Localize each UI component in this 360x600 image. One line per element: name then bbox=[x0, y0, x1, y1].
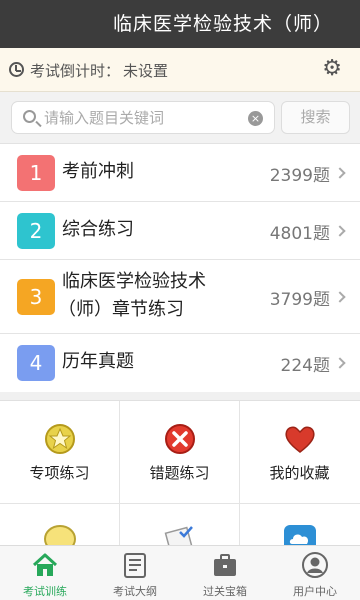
module-number-badge: 1 bbox=[17, 155, 55, 191]
user-icon bbox=[302, 552, 328, 578]
tab-exam-training[interactable]: 考试训练 bbox=[0, 546, 90, 600]
note-icon bbox=[44, 525, 76, 545]
module-list: 1 考前冲刺 2399题 2 综合练习 4801题 3 临床医学检验技术 （师）… bbox=[0, 144, 360, 392]
feature-cell-5[interactable] bbox=[120, 504, 240, 545]
exam-countdown-bar: 考试倒计时： 未设置 ⚙ bbox=[0, 48, 360, 92]
feature-special-practice[interactable]: 专项练习 bbox=[0, 401, 120, 504]
clear-icon[interactable]: × bbox=[248, 111, 263, 126]
module-name: 综合练习 bbox=[62, 219, 134, 240]
tab-user-center[interactable]: 用户中心 bbox=[270, 546, 360, 600]
heart-icon bbox=[285, 426, 315, 453]
search-bar: × 搜索 bbox=[0, 92, 360, 144]
module-question-count: 3799题 bbox=[269, 290, 330, 310]
module-row-chapter-practice[interactable]: 3 临床医学检验技术 （师）章节练习 3799题 bbox=[0, 260, 360, 334]
module-question-count: 4801题 bbox=[269, 224, 330, 244]
countdown-label: 考试倒计时： bbox=[30, 62, 121, 80]
feature-label: 我的收藏 bbox=[269, 464, 330, 482]
home-icon bbox=[32, 553, 58, 576]
chevron-right-icon bbox=[334, 167, 346, 179]
module-number-badge: 2 bbox=[17, 213, 55, 249]
tab-treasure-box[interactable]: 过关宝箱 bbox=[180, 546, 270, 600]
page-title: 临床医学检验技术（师） bbox=[113, 13, 334, 35]
gear-icon[interactable]: ⚙ bbox=[322, 58, 342, 80]
module-name: 考前冲刺 bbox=[62, 161, 134, 182]
tab-label: 过关宝箱 bbox=[203, 585, 247, 598]
tab-label: 考试大纲 bbox=[113, 585, 157, 598]
module-number-badge: 3 bbox=[17, 279, 55, 315]
search-button[interactable]: 搜索 bbox=[281, 101, 350, 134]
feature-favorites[interactable]: 我的收藏 bbox=[240, 401, 360, 504]
feature-cell-6[interactable] bbox=[240, 504, 360, 545]
cloud-icon bbox=[284, 525, 316, 545]
clock-icon bbox=[9, 62, 24, 77]
feature-label: 专项练习 bbox=[29, 464, 90, 482]
module-row-past-exams[interactable]: 4 历年真题 224题 bbox=[0, 334, 360, 392]
bottom-tab-bar: 考试训练 考试大纲 过关宝箱 用户中心 bbox=[0, 545, 360, 600]
briefcase-icon bbox=[214, 554, 236, 576]
tab-label: 用户中心 bbox=[293, 585, 337, 598]
module-name: 历年真题 bbox=[62, 351, 134, 372]
feature-wrong-questions[interactable]: 错题练习 bbox=[120, 401, 240, 504]
module-number-badge: 4 bbox=[17, 345, 55, 381]
chevron-right-icon bbox=[334, 357, 346, 369]
module-row-comprehensive-practice[interactable]: 2 综合练习 4801题 bbox=[0, 202, 360, 260]
tab-label: 考试训练 bbox=[23, 585, 67, 598]
star-icon bbox=[45, 424, 75, 454]
module-question-count: 224题 bbox=[280, 356, 330, 376]
countdown-value: 未设置 bbox=[123, 62, 169, 80]
search-box: × bbox=[11, 101, 275, 134]
chevron-right-icon bbox=[334, 291, 346, 303]
feature-cell-4[interactable] bbox=[0, 504, 120, 545]
module-question-count: 2399题 bbox=[269, 166, 330, 186]
search-icon bbox=[23, 110, 36, 123]
chevron-right-icon bbox=[334, 225, 346, 237]
outline-icon bbox=[124, 553, 146, 578]
checklist-icon bbox=[164, 526, 194, 545]
search-input[interactable] bbox=[44, 108, 244, 128]
module-name-line2: （师）章节练习 bbox=[58, 299, 184, 320]
module-name-line1: 临床医学检验技术 bbox=[62, 271, 206, 292]
title-bar: 临床医学检验技术（师） bbox=[0, 0, 360, 48]
wrong-icon bbox=[165, 424, 195, 454]
tab-exam-outline[interactable]: 考试大纲 bbox=[90, 546, 180, 600]
module-row-exam-sprint[interactable]: 1 考前冲刺 2399题 bbox=[0, 144, 360, 202]
feature-label: 错题练习 bbox=[149, 464, 210, 482]
feature-grid: 专项练习 错题练习 我的收藏 bbox=[0, 400, 360, 545]
